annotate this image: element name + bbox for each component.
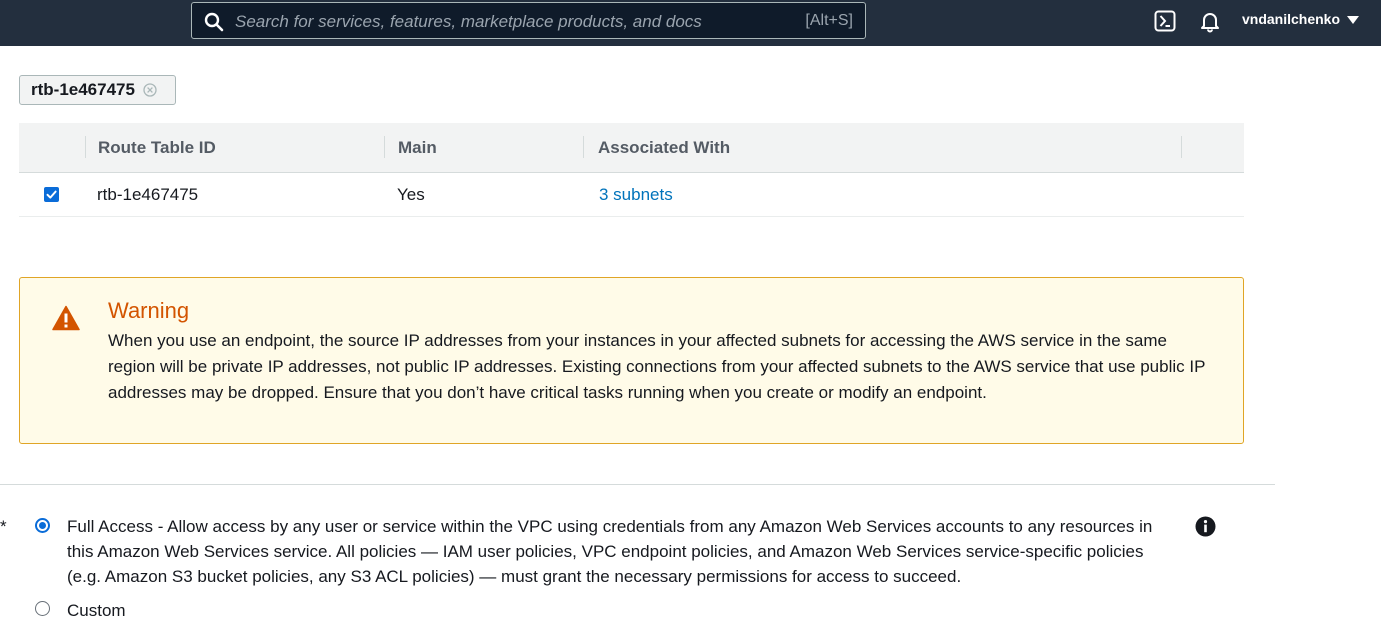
top-navigation-bar: Search for services, features, marketpla… [0, 0, 1381, 46]
search-shortcut-hint: [Alt+S] [805, 12, 853, 29]
table-row[interactable]: rtb-1e467475 Yes 3 subnets [19, 173, 1244, 217]
caret-down-icon[interactable] [1346, 13, 1360, 27]
bell-icon[interactable] [1198, 9, 1222, 33]
route-table-list: Route Table ID Main Associated With rtb-… [19, 123, 1244, 217]
search-placeholder: Search for services, features, marketpla… [235, 12, 702, 31]
remove-filter-icon[interactable] [143, 83, 157, 97]
full-access-label[interactable]: Full Access - Allow access by any user o… [67, 514, 1182, 589]
column-header-route-table-id[interactable]: Route Table ID [98, 123, 216, 173]
column-divider[interactable] [384, 136, 385, 158]
custom-policy-label[interactable]: Custom [67, 598, 126, 623]
column-divider[interactable] [1181, 136, 1182, 158]
column-header-main[interactable]: Main [398, 123, 437, 173]
cloudshell-icon[interactable] [1153, 9, 1177, 33]
associated-subnets-link[interactable]: 3 subnets [599, 173, 673, 217]
filter-token-label: rtb-1e467475 [31, 80, 135, 99]
warning-message: When you use an endpoint, the source IP … [108, 331, 1206, 402]
warning-icon [52, 305, 80, 331]
column-header-associated-with[interactable]: Associated With [598, 123, 730, 173]
section-divider [0, 484, 1275, 485]
account-menu-username[interactable]: vndanilchenko [1242, 11, 1340, 27]
filter-token: rtb-1e467475 [19, 75, 176, 105]
column-divider [85, 136, 86, 158]
info-icon[interactable] [1195, 516, 1216, 537]
search-input[interactable]: Search for services, features, marketpla… [191, 2, 866, 39]
warning-alert: Warning When you use an endpoint, the so… [19, 277, 1244, 444]
required-indicator: * [0, 517, 7, 536]
custom-policy-radio[interactable] [35, 601, 50, 616]
row-select-checkbox[interactable] [44, 187, 59, 202]
route-table-id-cell: rtb-1e467475 [97, 185, 199, 204]
table-header: Route Table ID Main Associated With [19, 123, 1244, 173]
warning-title: Warning [108, 298, 190, 323]
main-cell: Yes [397, 185, 425, 204]
search-icon [204, 12, 224, 32]
full-access-radio[interactable] [35, 518, 50, 533]
column-divider[interactable] [583, 136, 584, 158]
